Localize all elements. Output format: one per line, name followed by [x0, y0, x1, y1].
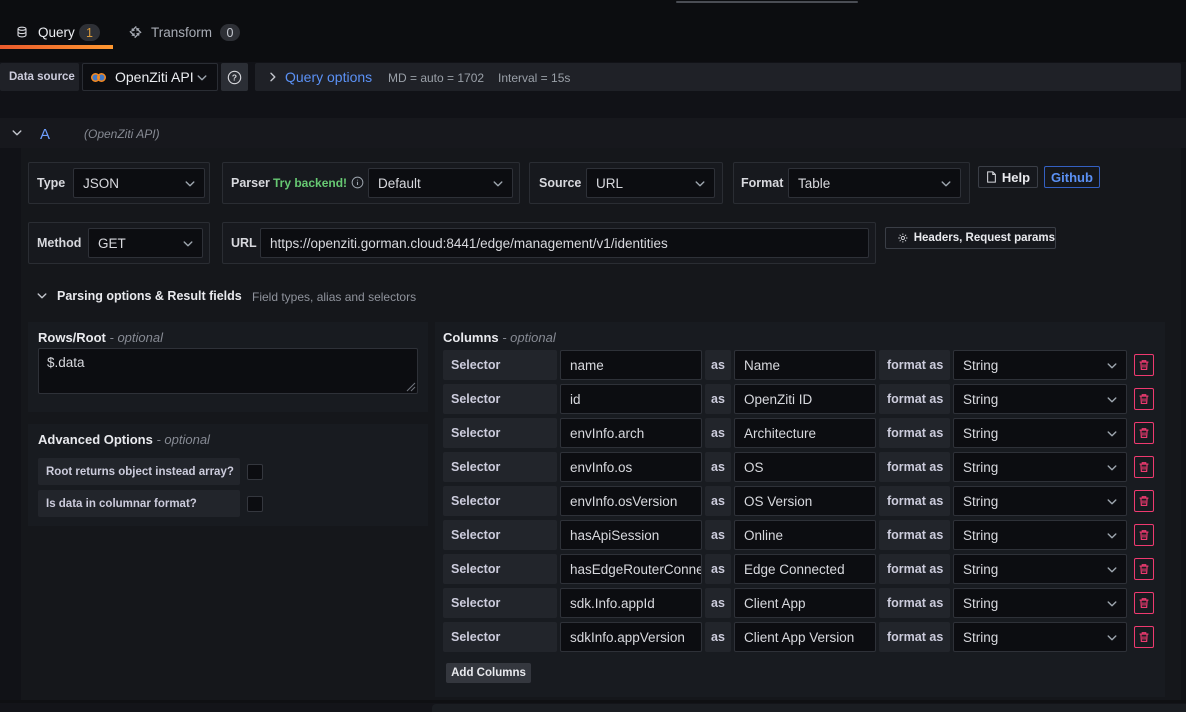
svg-text:?: ?	[232, 72, 237, 82]
